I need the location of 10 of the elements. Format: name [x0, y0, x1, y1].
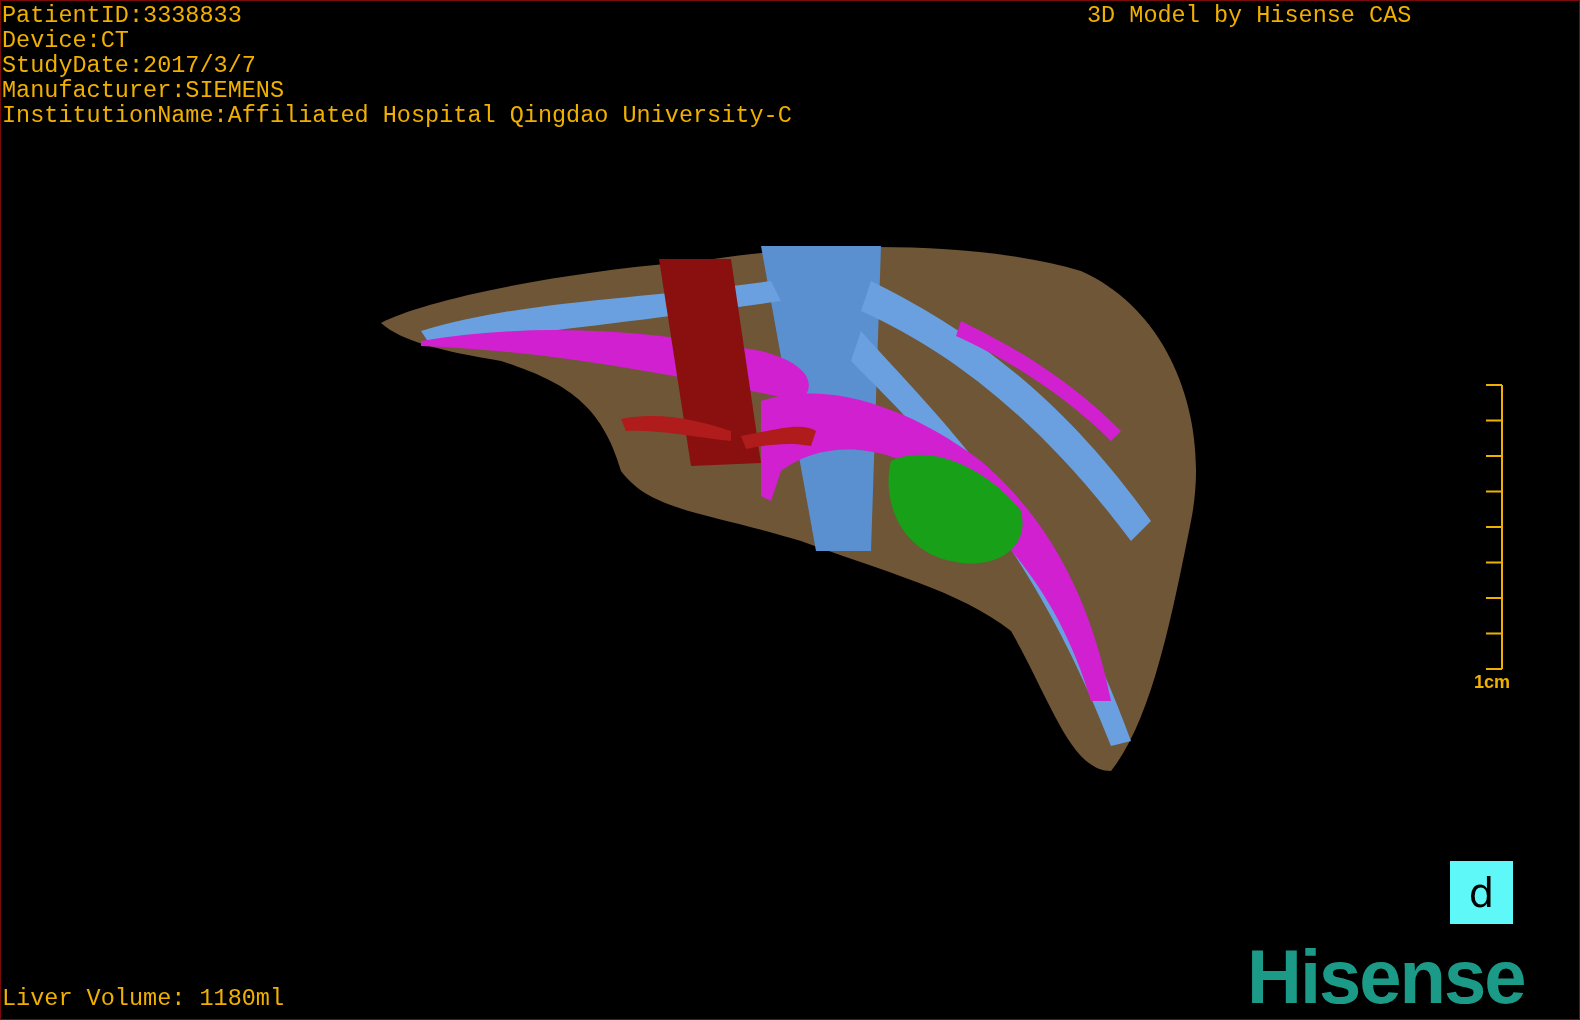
- info-text: Device:CT: [2, 28, 130, 53]
- scale-label: 1cm: [1473, 672, 1510, 693]
- logo: Hisense: [1247, 939, 1525, 1015]
- liver-volume: Liver Volume: 1180ml: [2, 986, 285, 1011]
- view-badge: d: [1450, 861, 1513, 924]
- model-title: 3D Model by Hisense CAS: [1087, 3, 1412, 28]
- info-text: Manufacturer:SIEMENS: [2, 78, 286, 103]
- info-text: StudyDate:2017/3/7: [2, 53, 257, 78]
- info-text: InstitutionName:Affiliated Hospital Qingdao University-C: [2, 103, 792, 128]
- info-text: PatientID:3338833: [2, 3, 243, 28]
